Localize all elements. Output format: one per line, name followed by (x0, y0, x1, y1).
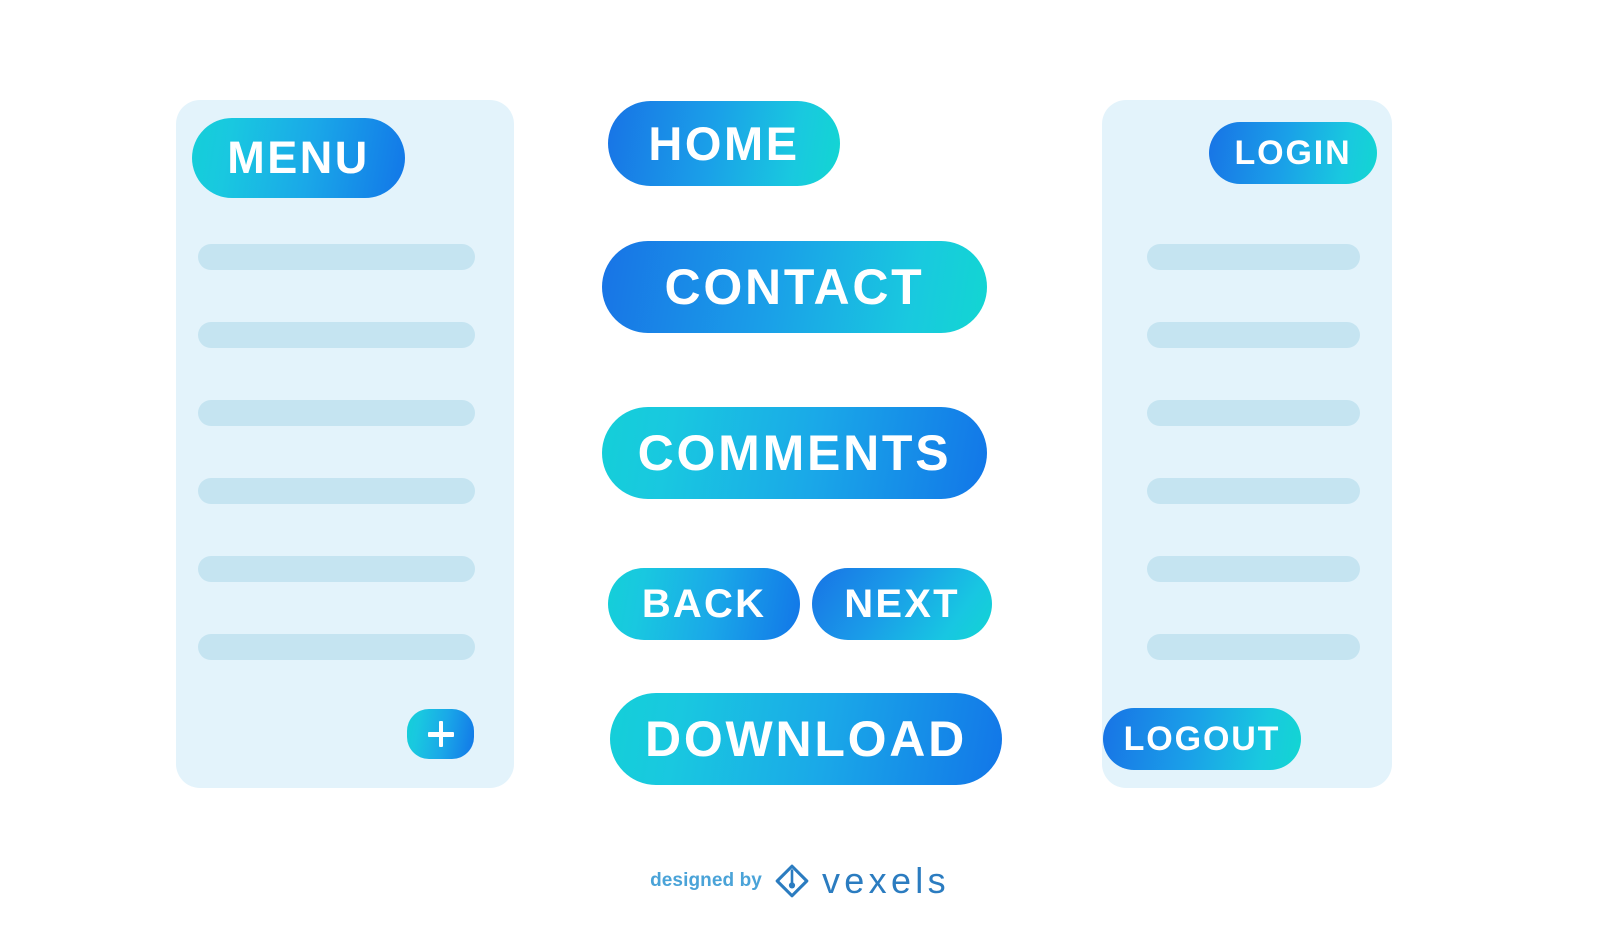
menu-button[interactable]: MENU (192, 118, 405, 198)
left-skeleton-bar-3 (198, 400, 475, 426)
comments-button[interactable]: COMMENTS (602, 407, 987, 499)
contact-button[interactable]: CONTACT (602, 241, 987, 333)
left-skeleton-bar-4 (198, 478, 475, 504)
next-button[interactable]: NEXT (812, 568, 992, 640)
vexels-wordmark: vexels (821, 860, 950, 901)
right-skeleton-bar-3 (1147, 400, 1360, 426)
right-skeleton-bar-2 (1147, 322, 1360, 348)
right-skeleton-bar-5 (1147, 556, 1360, 582)
right-skeleton-bar-1 (1147, 244, 1360, 270)
credit-prefix-text: designed by (650, 870, 762, 891)
left-skeleton-bar-5 (198, 556, 475, 582)
download-button[interactable]: DOWNLOAD (610, 693, 1002, 785)
left-skeleton-bar-1 (198, 244, 475, 270)
back-button[interactable]: BACK (608, 568, 800, 640)
logout-button[interactable]: LOGOUT (1103, 708, 1301, 770)
ui-kit-canvas: MENU HOME CONTACT COMMENTS BACK NEXT DOW… (0, 0, 1600, 941)
vexels-pen-nib-diamond-icon (775, 864, 809, 898)
menu-panel (176, 100, 514, 788)
home-button[interactable]: HOME (608, 101, 840, 186)
designer-credit: designed by vexels (0, 862, 1600, 900)
login-button[interactable]: LOGIN (1209, 122, 1377, 184)
account-panel (1102, 100, 1392, 788)
add-button[interactable] (407, 709, 474, 759)
right-skeleton-bar-4 (1147, 478, 1360, 504)
left-skeleton-bar-2 (198, 322, 475, 348)
left-skeleton-bar-6 (198, 634, 475, 660)
right-skeleton-bar-6 (1147, 634, 1360, 660)
plus-icon (427, 721, 454, 747)
